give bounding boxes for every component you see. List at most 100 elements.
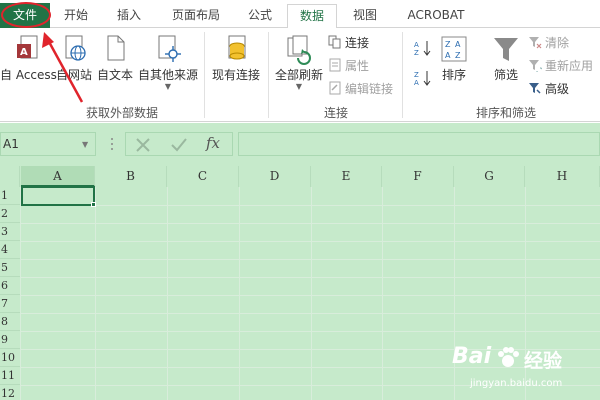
advanced-filter-button[interactable]: 高级: [528, 78, 569, 98]
grid-line: [95, 187, 96, 400]
access-database-icon: A: [17, 35, 38, 59]
from-text-button[interactable]: 自文本: [95, 34, 135, 83]
connections-label: 连接: [345, 35, 370, 50]
row-header-6[interactable]: 6: [0, 277, 20, 295]
properties-button[interactable]: 属性: [328, 55, 369, 75]
web-globe-icon: [65, 35, 86, 61]
row-header-9[interactable]: 9: [0, 331, 20, 349]
from-other-sources-label: 自其他来源: [137, 68, 198, 82]
grid-line: [21, 223, 600, 224]
svg-text:A: A: [445, 51, 451, 60]
clear-filter-button[interactable]: 清除: [528, 32, 569, 52]
tab-formulas[interactable]: 公式: [236, 4, 284, 28]
svg-text:Z: Z: [414, 71, 419, 79]
from-web-label: 自网站: [55, 68, 92, 82]
tab-view[interactable]: 视图: [342, 4, 388, 28]
row-header-10[interactable]: 10: [0, 349, 20, 367]
column-header-a[interactable]: A: [21, 166, 95, 187]
from-access-button[interactable]: A 自 Access: [0, 34, 57, 83]
reapply-filter-icon: [529, 60, 542, 72]
tab-acrobat[interactable]: ACROBAT: [396, 4, 476, 28]
svg-text:Z: Z: [414, 49, 419, 57]
refresh-all-label: 全部刷新: [274, 68, 323, 82]
column-header-d[interactable]: D: [239, 166, 311, 187]
edit-links-button[interactable]: 编辑链接: [328, 78, 393, 98]
from-other-sources-button[interactable]: 自其他来源 ▼: [136, 34, 200, 91]
existing-connections-label: 现有连接: [211, 68, 260, 82]
row-header-2[interactable]: 2: [0, 205, 20, 223]
sort-button[interactable]: Z A A Z 排序: [436, 34, 472, 83]
tab-data[interactable]: 数据: [287, 4, 337, 29]
advanced-filter-icon: [529, 83, 541, 94]
grid-line: [167, 187, 168, 400]
svg-text:A: A: [20, 47, 28, 58]
existing-connections-button[interactable]: 现有连接: [208, 34, 264, 83]
grid-line: [311, 187, 312, 400]
existing-connections-icon: [228, 35, 246, 60]
paw-icon: [498, 347, 519, 367]
filter-label: 筛选: [493, 68, 518, 82]
grid-line: [21, 205, 600, 206]
row-header-3[interactable]: 3: [0, 223, 20, 241]
reapply-filter-label: 重新应用: [545, 58, 594, 73]
chevron-down-icon: ▼: [295, 82, 303, 91]
connections-icon: [328, 35, 341, 49]
from-text-label: 自文本: [96, 68, 133, 82]
grid-line: [239, 187, 240, 400]
row-header-5[interactable]: 5: [0, 259, 20, 277]
formula-input[interactable]: [238, 132, 600, 156]
insert-function-button[interactable]: fx: [206, 134, 220, 152]
sort-ascending-button[interactable]: A Z: [414, 38, 435, 58]
column-header-b[interactable]: B: [95, 166, 167, 187]
group-label-sort-filter: 排序和筛选: [476, 106, 537, 120]
ribbon-tab-bar: 文件 开始 插入 页面布局 公式 数据 视图 ACROBAT: [0, 0, 600, 29]
from-web-button[interactable]: 自网站: [54, 34, 94, 83]
column-header-f[interactable]: F: [382, 166, 454, 187]
confirm-check-icon[interactable]: [170, 136, 188, 154]
active-cell-a1[interactable]: [21, 186, 95, 206]
cancel-x-icon[interactable]: [134, 136, 152, 154]
grid-line: [382, 187, 383, 400]
sort-descending-button[interactable]: Z A: [414, 68, 435, 88]
formula-bar-grip-icon[interactable]: [110, 136, 114, 152]
sort-label: 排序: [441, 68, 466, 82]
sort-descending-icon: Z A: [414, 71, 431, 87]
connections-button[interactable]: 连接: [328, 32, 369, 52]
reapply-filter-button[interactable]: 重新应用: [528, 55, 593, 75]
text-file-icon: [107, 35, 125, 61]
chevron-down-icon[interactable]: ▼: [82, 140, 88, 149]
watermark-brand-left: Bai: [452, 344, 492, 369]
grid-line: [21, 277, 600, 278]
row-header-4[interactable]: 4: [0, 241, 20, 259]
column-header-h[interactable]: H: [525, 166, 600, 187]
row-header-8[interactable]: 8: [0, 313, 20, 331]
svg-text:A: A: [414, 79, 419, 87]
ribbon-data-panel: A 自 Access 自网站 自文本 自其他来源 ▼ 现有连接 获取外部数据 全…: [0, 28, 600, 122]
column-header-g[interactable]: G: [454, 166, 525, 187]
row-header-12[interactable]: 12: [0, 385, 20, 400]
formula-buttons: fx: [125, 132, 233, 156]
fill-handle[interactable]: [91, 202, 96, 207]
other-sources-icon: [158, 35, 181, 62]
select-all-corner[interactable]: [0, 166, 20, 187]
row-header-11[interactable]: 11: [0, 367, 20, 385]
properties-icon: [329, 58, 341, 72]
tab-page-layout[interactable]: 页面布局: [160, 4, 232, 28]
sort-dialog-icon: Z A A Z: [441, 36, 467, 62]
baidu-jingyan-watermark: Bai 经验 jingyan.baidu.com: [440, 340, 600, 400]
grid-line: [21, 259, 600, 260]
grid-line: [21, 313, 600, 314]
clear-filter-label: 清除: [545, 35, 570, 50]
refresh-all-button[interactable]: 全部刷新 ▼: [272, 34, 326, 91]
group-label-connections: 连接: [324, 106, 349, 120]
group-separator: [402, 32, 403, 118]
row-header-1[interactable]: 1: [0, 187, 20, 205]
tab-insert[interactable]: 插入: [104, 4, 154, 28]
filter-button[interactable]: 筛选: [488, 34, 524, 83]
tab-home[interactable]: 开始: [50, 4, 102, 28]
column-header-e[interactable]: E: [311, 166, 382, 187]
sort-ascending-icon: A Z: [414, 41, 431, 57]
column-header-c[interactable]: C: [167, 166, 239, 187]
row-header-7[interactable]: 7: [0, 295, 20, 313]
watermark-brand-right: 经验: [524, 350, 563, 372]
